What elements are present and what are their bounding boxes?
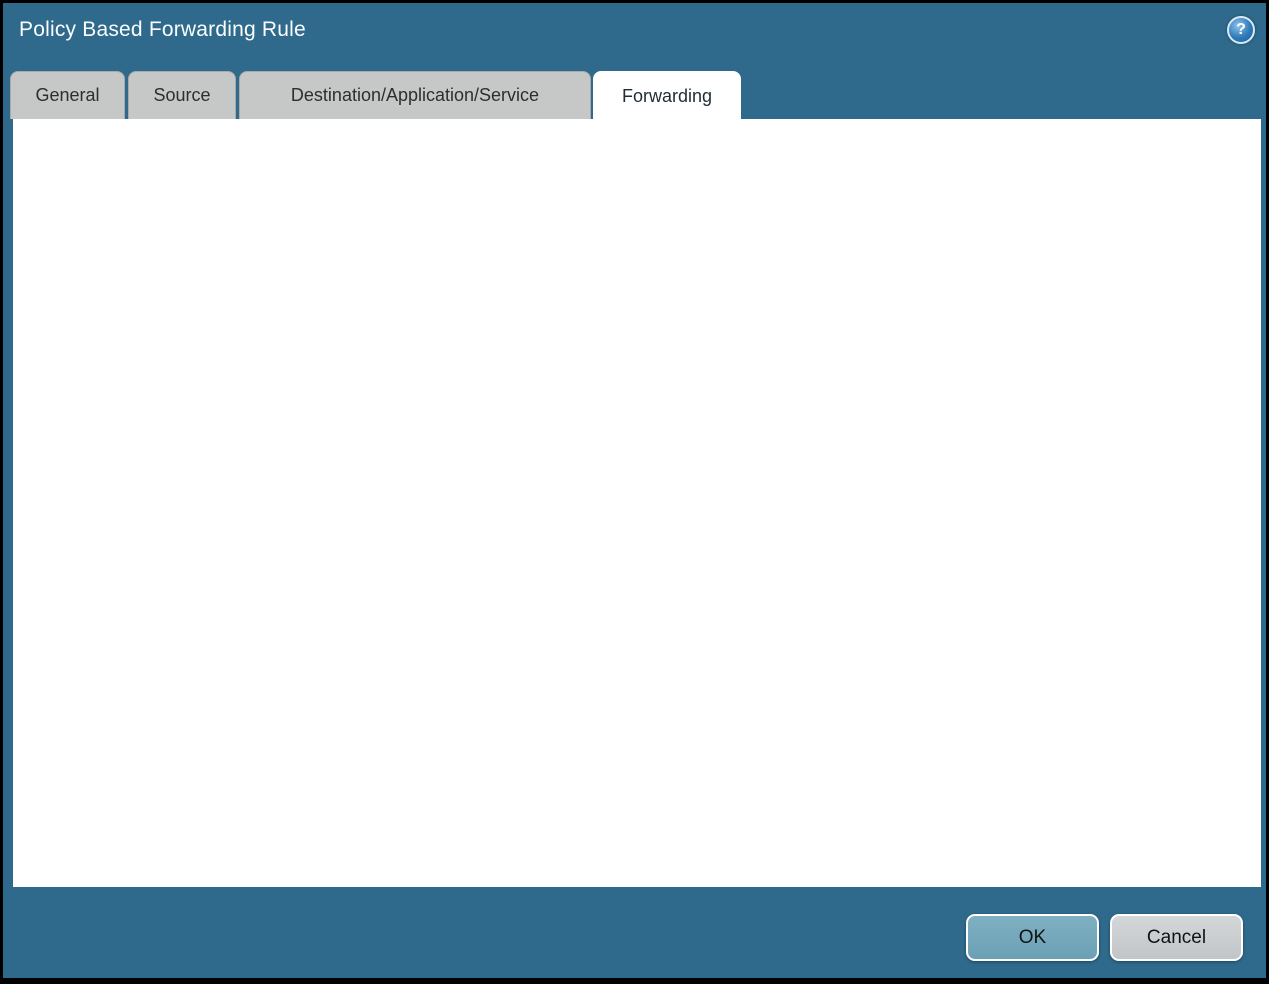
dialog-title: Policy Based Forwarding Rule [19, 18, 306, 41]
tab-source[interactable]: Source [128, 71, 236, 119]
help-icon[interactable]: ? [1227, 16, 1255, 44]
tab-forwarding[interactable]: Forwarding [593, 71, 741, 120]
tab-source-label: Source [153, 85, 211, 105]
dialog-chrome: Policy Based Forwarding Rule ? General S… [3, 3, 1266, 978]
ok-button[interactable]: OK [966, 914, 1099, 961]
forwarding-tab-panel [13, 119, 1261, 887]
tab-general[interactable]: General [10, 71, 125, 119]
tab-destination-application-service[interactable]: Destination/Application/Service [239, 71, 591, 119]
tab-destination-application-service-label: Destination/Application/Service [290, 85, 540, 105]
ok-button-label: OK [1018, 926, 1047, 948]
cancel-button[interactable]: Cancel [1110, 914, 1243, 961]
tab-forwarding-label: Forwarding [621, 85, 713, 106]
cancel-button-label: Cancel [1146, 926, 1207, 948]
tab-general-label: General [35, 85, 100, 105]
help-icon-glyph: ? [1236, 21, 1246, 38]
policy-based-forwarding-dialog: Policy Based Forwarding Rule ? General S… [0, 0, 1269, 984]
